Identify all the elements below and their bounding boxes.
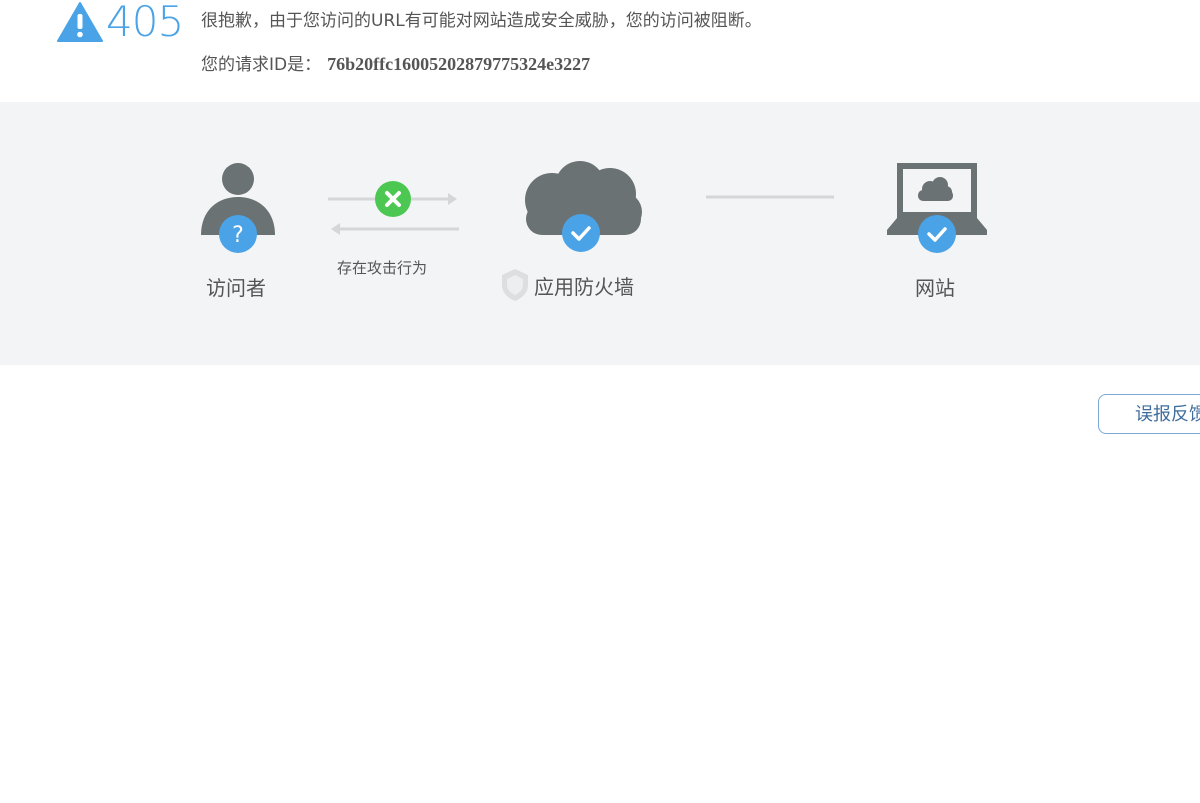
website-label: 网站: [915, 276, 955, 300]
block-x-icon: [375, 181, 411, 217]
firewall-website-link: [706, 195, 834, 199]
question-icon: ?: [219, 215, 257, 253]
shield-icon: [502, 269, 528, 301]
error-message: 很抱歉，由于您访问的URL有可能对网站造成安全威胁，您的访问被阻断。: [201, 11, 762, 31]
firewall-label: 应用防火墙: [534, 275, 634, 299]
visitor-label: 访问者: [206, 276, 266, 300]
request-id-label: 您的请求ID是：: [201, 55, 322, 75]
check-icon: [918, 215, 956, 253]
block-page: 405 很抱歉，由于您访问的URL有可能对网站造成安全威胁，您的访问被阻断。 您…: [0, 0, 1200, 803]
request-id-line: 您的请求ID是： 76b20ffc16005202879775324e3227: [201, 53, 590, 76]
attack-label: 存在攻击行为: [337, 259, 428, 277]
warning-icon: [57, 2, 103, 42]
visitor-icon: ?: [201, 163, 275, 253]
request-id-value: 76b20ffc16005202879775324e3227: [327, 54, 591, 74]
error-code: 405: [106, 0, 184, 46]
block-diagram: ? 访问者 存在攻击行为 应用防火墙 网站: [0, 102, 1200, 365]
check-icon: [562, 214, 600, 252]
traffic-arrows: [328, 181, 459, 235]
cloud-firewall-icon: [525, 161, 642, 252]
laptop-website-icon: [887, 163, 987, 253]
svg-text:?: ?: [232, 223, 244, 248]
false-positive-feedback-button[interactable]: 误报反馈: [1098, 394, 1200, 434]
